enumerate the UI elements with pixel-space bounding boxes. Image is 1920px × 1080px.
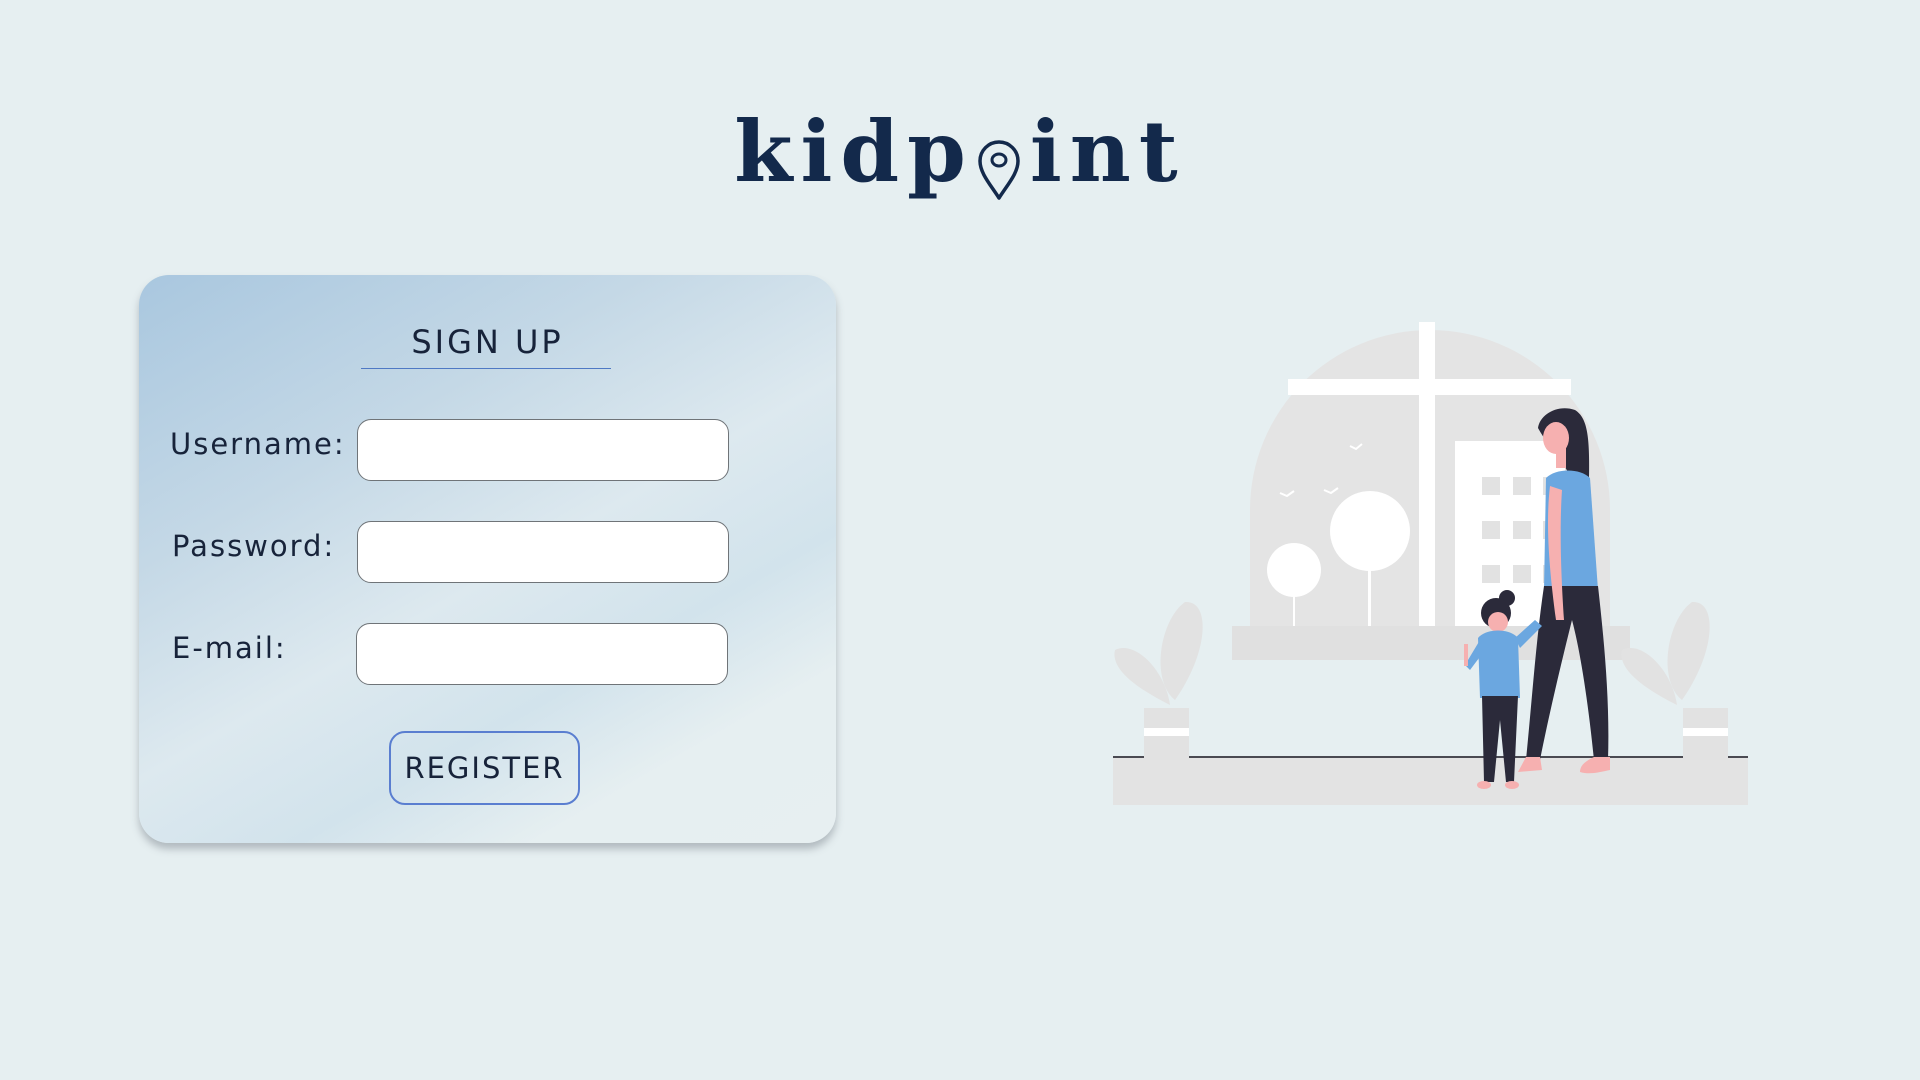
mother-child-window-illustration xyxy=(1110,320,1750,810)
username-input[interactable] xyxy=(357,419,729,481)
email-input[interactable] xyxy=(356,623,728,685)
title-underline xyxy=(361,368,611,369)
logo-text-end: int xyxy=(1029,102,1186,201)
username-label: Username: xyxy=(170,427,346,461)
signup-page: kidp int SIGN UP Username: Password: E-m… xyxy=(0,0,1920,1080)
register-button[interactable]: REGISTER xyxy=(389,731,580,805)
password-input[interactable] xyxy=(357,521,729,583)
password-label: Password: xyxy=(172,529,336,563)
email-label: E-mail: xyxy=(172,631,287,665)
signup-title: SIGN UP xyxy=(411,323,564,361)
kidpoint-logo: kidp int xyxy=(0,102,1920,201)
signup-card: SIGN UP Username: Password: E-mail: REGI… xyxy=(139,275,836,843)
location-pin-icon xyxy=(976,130,1022,200)
logo-text-start: kidp xyxy=(734,102,974,201)
